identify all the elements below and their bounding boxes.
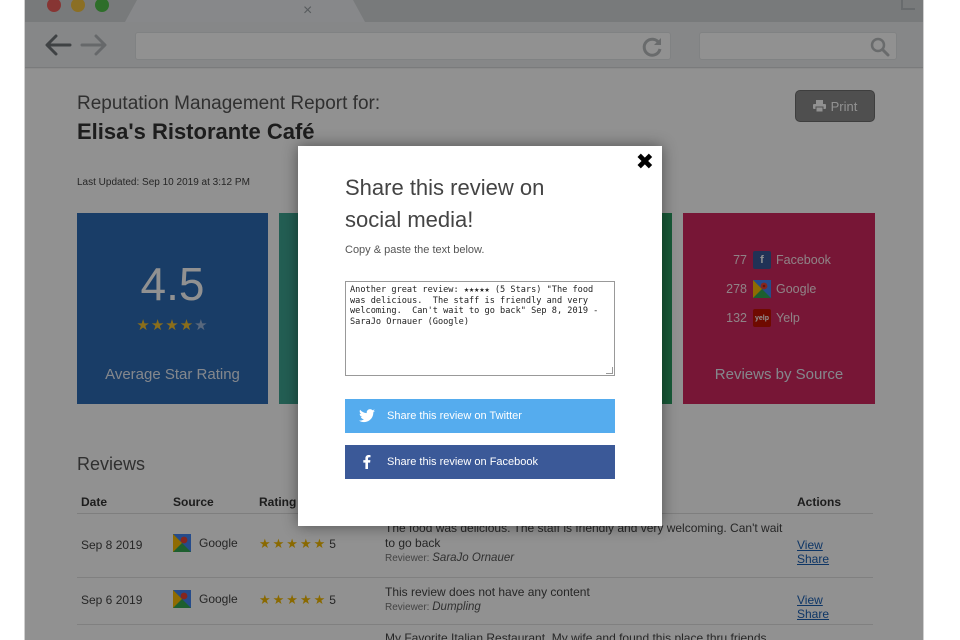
share-twitter-label: Share this review on Twitter — [387, 410, 522, 422]
share-facebook-button[interactable]: Share this review on Facebook — [345, 445, 615, 479]
share-twitter-button[interactable]: Share this review on Twitter — [345, 399, 615, 433]
facebook-icon — [363, 455, 371, 469]
share-facebook-label: Share this review on Facebook — [387, 456, 539, 468]
close-icon[interactable]: ✖ — [636, 150, 654, 174]
twitter-icon — [359, 409, 375, 423]
modal-subtitle: Copy & paste the text below. — [345, 244, 485, 256]
review-share-textarea[interactable]: Another great review: ★★★★★ (5 Stars) "T… — [345, 281, 615, 376]
review-share-text: Another great review: ★★★★★ (5 Stars) "T… — [350, 285, 604, 327]
modal-title: Share this review on social media! — [345, 175, 545, 232]
textarea-resize-handle[interactable] — [606, 367, 613, 374]
share-review-modal: ✖ Share this review on social media! Cop… — [298, 146, 662, 526]
